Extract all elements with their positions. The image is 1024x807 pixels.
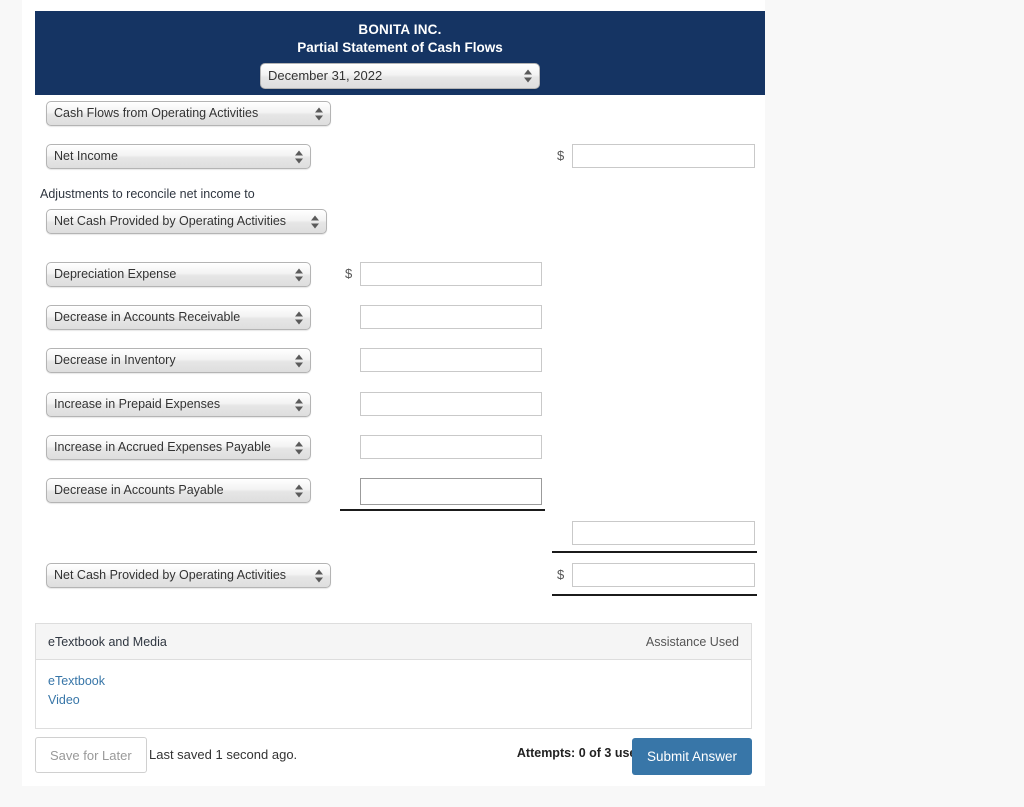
- adjust-target-select-wrapper[interactable]: Net Cash Provided by Operating Activitie…: [46, 209, 327, 234]
- adjustment-select-0[interactable]: Depreciation Expense: [46, 262, 311, 287]
- adjustment-amount-input-0[interactable]: [360, 262, 542, 286]
- statement-header: BONITA INC. Partial Statement of Cash Fl…: [35, 11, 765, 95]
- statement-title: Partial Statement of Cash Flows: [297, 40, 503, 55]
- section-heading-select[interactable]: Cash Flows from Operating Activities: [46, 101, 331, 126]
- row-select-wrapper[interactable]: Depreciation Expense: [46, 262, 311, 287]
- adjustment-select-3[interactable]: Increase in Prepaid Expenses: [46, 392, 311, 417]
- row-select-wrapper[interactable]: Increase in Accrued Expenses Payable: [46, 435, 311, 460]
- footer-bar: Save for Later Last saved 1 second ago. …: [35, 737, 752, 777]
- save-for-later-button[interactable]: Save for Later: [35, 737, 147, 773]
- adjustment-amount-input-4[interactable]: [360, 435, 542, 459]
- adjustment-select-4[interactable]: Increase in Accrued Expenses Payable: [46, 435, 311, 460]
- adjustment-select-5[interactable]: Decrease in Accounts Payable: [46, 478, 311, 503]
- adjustment-amount-input-3[interactable]: [360, 392, 542, 416]
- total-select[interactable]: Net Cash Provided by Operating Activitie…: [46, 563, 331, 588]
- adjustment-select-2[interactable]: Decrease in Inventory: [46, 348, 311, 373]
- adjustment-amount-input-5[interactable]: [360, 478, 542, 505]
- date-select[interactable]: December 31, 2022: [260, 63, 540, 89]
- etextbook-link[interactable]: eTextbook: [48, 672, 739, 691]
- total-amount-input[interactable]: [572, 563, 755, 587]
- question-panel: BONITA INC. Partial Statement of Cash Fl…: [22, 0, 765, 786]
- row-select-wrapper[interactable]: Decrease in Accounts Payable: [46, 478, 311, 503]
- company-name: BONITA INC.: [358, 22, 442, 37]
- adjust-target-select[interactable]: Net Cash Provided by Operating Activitie…: [46, 209, 327, 234]
- net-income-amount-input[interactable]: [572, 144, 755, 168]
- section-heading-wrapper[interactable]: Cash Flows from Operating Activities: [46, 101, 331, 126]
- subtotal-rule: [340, 509, 545, 511]
- etextbook-header-label: eTextbook and Media: [48, 634, 167, 649]
- last-saved-text: Last saved 1 second ago.: [149, 747, 298, 762]
- submit-answer-button[interactable]: Submit Answer: [631, 738, 752, 775]
- etextbook-media-card: eTextbook and Media Assistance Used eTex…: [35, 623, 752, 729]
- date-select-wrapper[interactable]: December 31, 2022: [260, 63, 540, 89]
- adjustment-amount-input-1[interactable]: [360, 305, 542, 329]
- row-currency-symbol-0: $: [345, 266, 353, 281]
- adjustments-note: Adjustments to reconcile net income to: [40, 187, 255, 201]
- total-select-wrapper[interactable]: Net Cash Provided by Operating Activitie…: [46, 563, 331, 588]
- total-currency-symbol: $: [557, 567, 565, 582]
- attempts-counter: Attempts: 0 of 3 used: [516, 746, 644, 760]
- etextbook-card-body: eTextbook Video: [36, 660, 751, 728]
- assistance-used-label: Assistance Used: [645, 634, 739, 649]
- adjustment-select-1[interactable]: Decrease in Accounts Receivable: [46, 305, 311, 330]
- total-rule-bottom: [552, 594, 757, 596]
- net-income-select[interactable]: Net Income: [46, 144, 311, 169]
- video-link[interactable]: Video: [48, 691, 739, 710]
- row-select-wrapper[interactable]: Increase in Prepaid Expenses: [46, 392, 311, 417]
- net-income-currency-symbol: $: [557, 148, 565, 163]
- subtotal-amount-input[interactable]: [572, 521, 755, 545]
- row-select-wrapper[interactable]: Decrease in Inventory: [46, 348, 311, 373]
- page-root: BONITA INC. Partial Statement of Cash Fl…: [0, 0, 1024, 807]
- net-income-select-wrapper[interactable]: Net Income: [46, 144, 311, 169]
- total-rule-top: [552, 551, 757, 553]
- etextbook-card-header: eTextbook and Media Assistance Used: [36, 624, 751, 660]
- row-select-wrapper[interactable]: Decrease in Accounts Receivable: [46, 305, 311, 330]
- adjustment-amount-input-2[interactable]: [360, 348, 542, 372]
